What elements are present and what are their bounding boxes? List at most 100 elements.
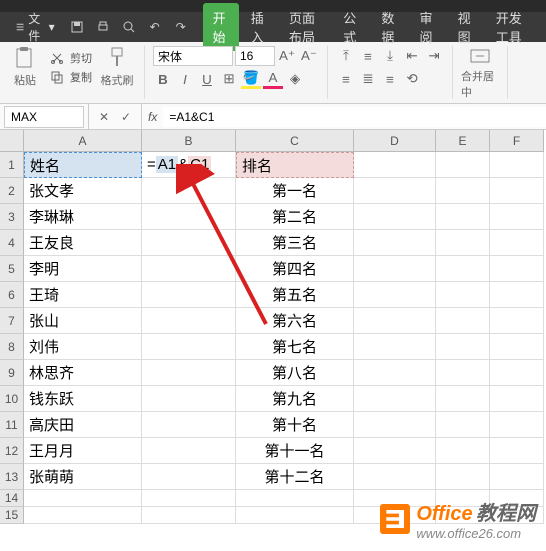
row-header-14[interactable]: 14 [0,490,24,507]
cell-C2[interactable]: 第一名 [236,178,354,204]
cell-A13[interactable]: 张萌萌 [24,464,142,490]
cell-C5[interactable]: 第四名 [236,256,354,282]
cell-F3[interactable] [490,204,544,230]
tab-insert[interactable]: 插入 [241,3,277,51]
cell-F6[interactable] [490,282,544,308]
decrease-font-button[interactable]: A⁻ [299,46,319,66]
format-painter-button[interactable]: 格式刷 [98,46,136,88]
cell-D5[interactable] [354,256,436,282]
cell-C12[interactable]: 第十一名 [236,438,354,464]
cell-D3[interactable] [354,204,436,230]
cell-B10[interactable] [142,386,236,412]
cell-F8[interactable] [490,334,544,360]
redo-icon[interactable]: ↷ [171,17,191,37]
undo-icon[interactable]: ↶ [145,17,165,37]
cell-E4[interactable] [436,230,490,256]
cell-C8[interactable]: 第七名 [236,334,354,360]
cell-E11[interactable] [436,412,490,438]
cell-E3[interactable] [436,204,490,230]
row-header-1[interactable]: 1 [0,152,24,178]
indent-decrease-button[interactable]: ⇤ [402,46,422,66]
cell-B15[interactable] [142,507,236,524]
accept-formula-button[interactable]: ✓ [117,108,135,126]
cell-B5[interactable] [142,256,236,282]
select-all-corner[interactable] [0,130,24,152]
row-header-2[interactable]: 2 [0,178,24,204]
cell-B13[interactable] [142,464,236,490]
cell-A7[interactable]: 张山 [24,308,142,334]
cell-D2[interactable] [354,178,436,204]
cell-E2[interactable] [436,178,490,204]
cell-E9[interactable] [436,360,490,386]
cell-B4[interactable] [142,230,236,256]
fill-color-button[interactable]: 🪣 [241,69,261,89]
formula-input[interactable] [163,107,546,127]
row-header-5[interactable]: 5 [0,256,24,282]
cell-A9[interactable]: 林思齐 [24,360,142,386]
cell-D13[interactable] [354,464,436,490]
cell-E10[interactable] [436,386,490,412]
cell-F10[interactable] [490,386,544,412]
row-header-6[interactable]: 6 [0,282,24,308]
align-bottom-button[interactable]: ⤓ [380,46,400,66]
tab-data[interactable]: 数据 [371,3,407,51]
cell-C9[interactable]: 第八名 [236,360,354,386]
cell-F12[interactable] [490,438,544,464]
bold-button[interactable]: B [153,69,173,89]
cell-D8[interactable] [354,334,436,360]
cell-E1[interactable] [436,152,490,178]
col-header-a[interactable]: A [24,130,142,152]
font-name-select[interactable] [153,46,233,66]
cell-D11[interactable] [354,412,436,438]
cell-D1[interactable] [354,152,436,178]
cell-B6[interactable] [142,282,236,308]
cell-E8[interactable] [436,334,490,360]
border-button[interactable]: ⊞ [219,69,239,89]
row-header-9[interactable]: 9 [0,360,24,386]
save-icon[interactable] [67,17,87,37]
name-box[interactable] [4,106,84,128]
increase-font-button[interactable]: A⁺ [277,46,297,66]
cell-D12[interactable] [354,438,436,464]
orientation-button[interactable]: ⟲ [402,69,422,89]
tab-layout[interactable]: 页面布局 [279,3,331,51]
align-left-button[interactable]: ≡ [336,69,356,89]
fx-icon[interactable]: fx [142,110,163,124]
cell-D10[interactable] [354,386,436,412]
cell-A11[interactable]: 高庆田 [24,412,142,438]
cell-C3[interactable]: 第二名 [236,204,354,230]
row-header-3[interactable]: 3 [0,204,24,230]
cell-E13[interactable] [436,464,490,490]
tab-review[interactable]: 审阅 [409,3,445,51]
cell-A2[interactable]: 张文孝 [24,178,142,204]
cell-E12[interactable] [436,438,490,464]
cancel-formula-button[interactable]: ✕ [95,108,113,126]
cell-B11[interactable] [142,412,236,438]
cell-D9[interactable] [354,360,436,386]
row-header-11[interactable]: 11 [0,412,24,438]
row-header-7[interactable]: 7 [0,308,24,334]
tab-view[interactable]: 视图 [448,3,484,51]
file-menu[interactable]: 文件 ▾ [8,6,63,48]
cell-A15[interactable] [24,507,142,524]
copy-button[interactable]: 复制 [50,69,92,85]
paste-button[interactable]: 粘贴 [6,46,44,88]
cell-A14[interactable] [24,490,142,507]
preview-icon[interactable] [119,17,139,37]
col-header-c[interactable]: C [236,130,354,152]
align-center-button[interactable]: ≣ [358,69,378,89]
align-top-button[interactable]: ⤒ [336,46,356,66]
cell-F4[interactable] [490,230,544,256]
cell-B2[interactable] [142,178,236,204]
cell-A12[interactable]: 王月月 [24,438,142,464]
cell-B8[interactable] [142,334,236,360]
cell-C11[interactable]: 第十名 [236,412,354,438]
cell-D7[interactable] [354,308,436,334]
cell-B7[interactable] [142,308,236,334]
row-header-8[interactable]: 8 [0,334,24,360]
cell-E6[interactable] [436,282,490,308]
col-header-f[interactable]: F [490,130,544,152]
cell-B9[interactable] [142,360,236,386]
cell-F11[interactable] [490,412,544,438]
tab-formula[interactable]: 公式 [333,3,369,51]
